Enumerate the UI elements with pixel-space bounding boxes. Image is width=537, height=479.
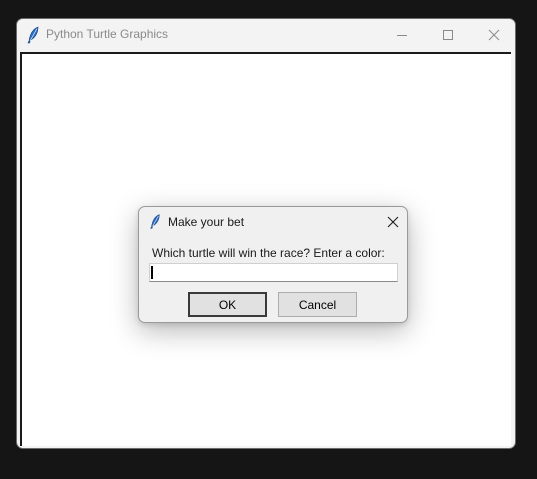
close-icon	[387, 216, 399, 228]
close-button[interactable]	[471, 19, 515, 51]
maximize-icon	[443, 30, 453, 40]
maximize-button[interactable]	[425, 19, 471, 51]
dialog-prompt: Which turtle will win the race? Enter a …	[152, 246, 385, 260]
window-titlebar[interactable]: Python Turtle Graphics	[17, 19, 515, 51]
minimize-icon	[397, 35, 407, 36]
bet-dialog: Make your bet Which turtle will win the …	[138, 206, 408, 323]
dialog-close-button[interactable]	[379, 211, 407, 233]
minimize-button[interactable]	[379, 19, 425, 51]
cancel-button[interactable]: Cancel	[278, 292, 357, 317]
dialog-titlebar[interactable]: Make your bet	[139, 207, 407, 237]
close-icon	[488, 29, 500, 41]
feather-icon	[150, 214, 160, 229]
desktop: Python Turtle Graphics Make your bet Whi…	[0, 0, 537, 479]
ok-button[interactable]: OK	[188, 292, 267, 317]
color-input[interactable]	[149, 263, 398, 282]
window-title: Python Turtle Graphics	[46, 27, 169, 41]
dialog-title: Make your bet	[168, 215, 245, 229]
text-caret	[151, 266, 153, 279]
feather-icon	[27, 26, 39, 44]
